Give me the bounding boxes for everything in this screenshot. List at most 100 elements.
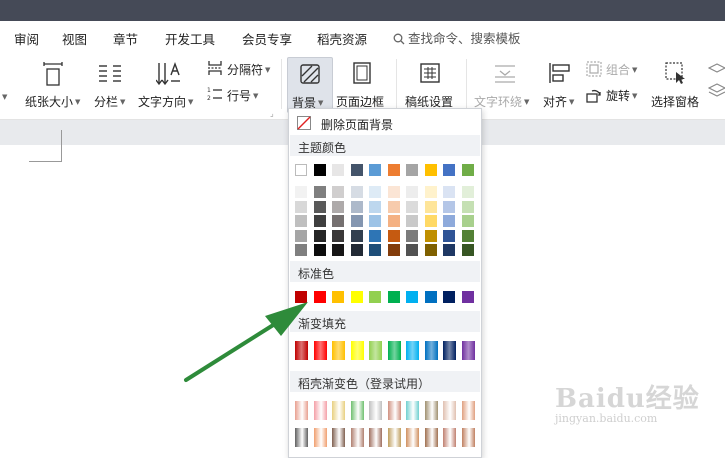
theme-shade-swatch[interactable] — [443, 200, 455, 213]
docer-gradient-swatch[interactable] — [332, 428, 345, 447]
theme-shade-swatch[interactable] — [295, 229, 307, 242]
menu-developer-tools[interactable]: 开发工具 — [165, 29, 215, 48]
docer-gradient-swatch[interactable] — [295, 401, 308, 420]
gradient-swatch[interactable] — [332, 341, 345, 360]
theme-shade-swatch[interactable] — [369, 186, 381, 198]
theme-shade-swatch[interactable] — [350, 244, 363, 256]
theme-shade-swatch[interactable] — [332, 200, 344, 213]
theme-shade-swatch[interactable] — [369, 244, 381, 256]
theme-color-swatch[interactable] — [406, 164, 418, 176]
docer-gradient-swatch[interactable] — [313, 428, 327, 447]
standard-color-swatch[interactable] — [461, 291, 474, 303]
docer-gradient-swatch[interactable] — [424, 428, 438, 447]
standard-color-swatch[interactable] — [295, 291, 307, 303]
theme-color-swatch[interactable] — [369, 164, 381, 176]
theme-shade-swatch[interactable] — [313, 186, 326, 198]
docer-gradient-swatch[interactable] — [369, 401, 382, 420]
text-wrap-button[interactable]: 文字环绕 ▼ — [472, 57, 538, 113]
theme-shade-swatch[interactable] — [332, 244, 344, 256]
gradient-swatch[interactable] — [461, 341, 475, 360]
theme-shade-swatch[interactable] — [461, 200, 474, 213]
docer-gradient-swatch[interactable] — [387, 401, 401, 420]
separator-button[interactable]: 分隔符 ▼ — [205, 59, 277, 79]
theme-shade-swatch[interactable] — [461, 244, 474, 256]
theme-shade-swatch[interactable] — [295, 244, 307, 256]
grid-paper-settings-button[interactable]: 稿纸设置 — [402, 57, 458, 113]
theme-shade-swatch[interactable] — [406, 229, 418, 242]
theme-shade-swatch[interactable] — [461, 229, 474, 242]
gradient-swatch[interactable] — [369, 341, 382, 360]
theme-shade-swatch[interactable] — [387, 215, 400, 227]
theme-shade-swatch[interactable] — [295, 215, 307, 227]
docer-gradient-swatch[interactable] — [295, 428, 308, 447]
theme-shade-swatch[interactable] — [461, 186, 474, 198]
standard-color-swatch[interactable] — [369, 291, 381, 303]
gradient-swatch[interactable] — [387, 341, 401, 360]
docer-gradient-swatch[interactable] — [443, 428, 456, 447]
standard-color-swatch[interactable] — [406, 291, 418, 303]
docer-gradient-swatch[interactable] — [350, 428, 364, 447]
group-button[interactable]: 组合 ▼ — [586, 59, 644, 79]
theme-shade-swatch[interactable] — [313, 244, 326, 256]
gradient-swatch[interactable] — [295, 341, 308, 360]
gradient-swatch[interactable] — [406, 341, 419, 360]
theme-color-swatch[interactable] — [332, 164, 344, 176]
menu-review[interactable]: 审阅 — [14, 29, 39, 48]
theme-shade-swatch[interactable] — [387, 244, 400, 256]
theme-color-swatch[interactable] — [443, 164, 455, 176]
theme-shade-swatch[interactable] — [406, 186, 418, 198]
theme-shade-swatch[interactable] — [332, 186, 344, 198]
theme-shade-swatch[interactable] — [350, 186, 363, 198]
standard-color-swatch[interactable] — [313, 291, 326, 303]
theme-shade-swatch[interactable] — [369, 200, 381, 213]
docer-gradient-swatch[interactable] — [406, 428, 419, 447]
theme-shade-swatch[interactable] — [424, 200, 437, 213]
theme-shade-swatch[interactable] — [443, 229, 455, 242]
theme-color-swatch[interactable] — [424, 164, 437, 176]
theme-shade-swatch[interactable] — [350, 229, 363, 242]
rotate-button[interactable]: 旋转 ▼ — [586, 85, 644, 105]
theme-shade-swatch[interactable] — [424, 229, 437, 242]
theme-shade-swatch[interactable] — [424, 186, 437, 198]
remove-page-background-item[interactable]: 删除页面背景 — [289, 113, 479, 133]
theme-color-swatch[interactable] — [295, 164, 307, 176]
standard-color-swatch[interactable] — [350, 291, 363, 303]
theme-shade-swatch[interactable] — [295, 200, 307, 213]
gradient-swatch[interactable] — [350, 341, 364, 360]
theme-shade-swatch[interactable] — [332, 229, 344, 242]
theme-shade-swatch[interactable] — [443, 244, 455, 256]
line-number-button[interactable]: 12 行号 ▼ — [205, 85, 267, 105]
docer-gradient-swatch[interactable] — [443, 401, 456, 420]
align-button[interactable]: 对齐 ▼ — [540, 57, 582, 113]
theme-shade-swatch[interactable] — [443, 215, 455, 227]
background-button[interactable]: 背景 ▼ — [287, 57, 333, 113]
theme-shade-swatch[interactable] — [332, 215, 344, 227]
theme-shade-swatch[interactable] — [369, 229, 381, 242]
docer-gradient-swatch[interactable] — [387, 428, 401, 447]
standard-color-swatch[interactable] — [332, 291, 344, 303]
standard-color-swatch[interactable] — [443, 291, 455, 303]
gradient-swatch[interactable] — [313, 341, 327, 360]
theme-shade-swatch[interactable] — [313, 229, 326, 242]
theme-shade-swatch[interactable] — [424, 244, 437, 256]
docer-gradient-swatch[interactable] — [332, 401, 345, 420]
theme-color-swatch[interactable] — [313, 164, 326, 176]
theme-shade-swatch[interactable] — [350, 215, 363, 227]
menu-chapter[interactable]: 章节 — [113, 29, 138, 48]
theme-shade-swatch[interactable] — [387, 229, 400, 242]
theme-color-swatch[interactable] — [461, 164, 474, 176]
gradient-swatch[interactable] — [443, 341, 456, 360]
docer-gradient-swatch[interactable] — [350, 401, 364, 420]
theme-shade-swatch[interactable] — [369, 215, 381, 227]
standard-color-swatch[interactable] — [387, 291, 400, 303]
theme-color-swatch[interactable] — [387, 164, 400, 176]
theme-shade-swatch[interactable] — [406, 200, 418, 213]
text-direction-button[interactable]: 文字方向 ▼ — [138, 57, 200, 113]
docer-gradient-swatch[interactable] — [406, 401, 419, 420]
theme-shade-swatch[interactable] — [313, 215, 326, 227]
theme-shade-swatch[interactable] — [424, 215, 437, 227]
menu-docer-resources[interactable]: 稻壳资源 — [317, 29, 367, 48]
theme-shade-swatch[interactable] — [387, 200, 400, 213]
docer-gradient-swatch[interactable] — [461, 428, 475, 447]
theme-shade-swatch[interactable] — [443, 186, 455, 198]
